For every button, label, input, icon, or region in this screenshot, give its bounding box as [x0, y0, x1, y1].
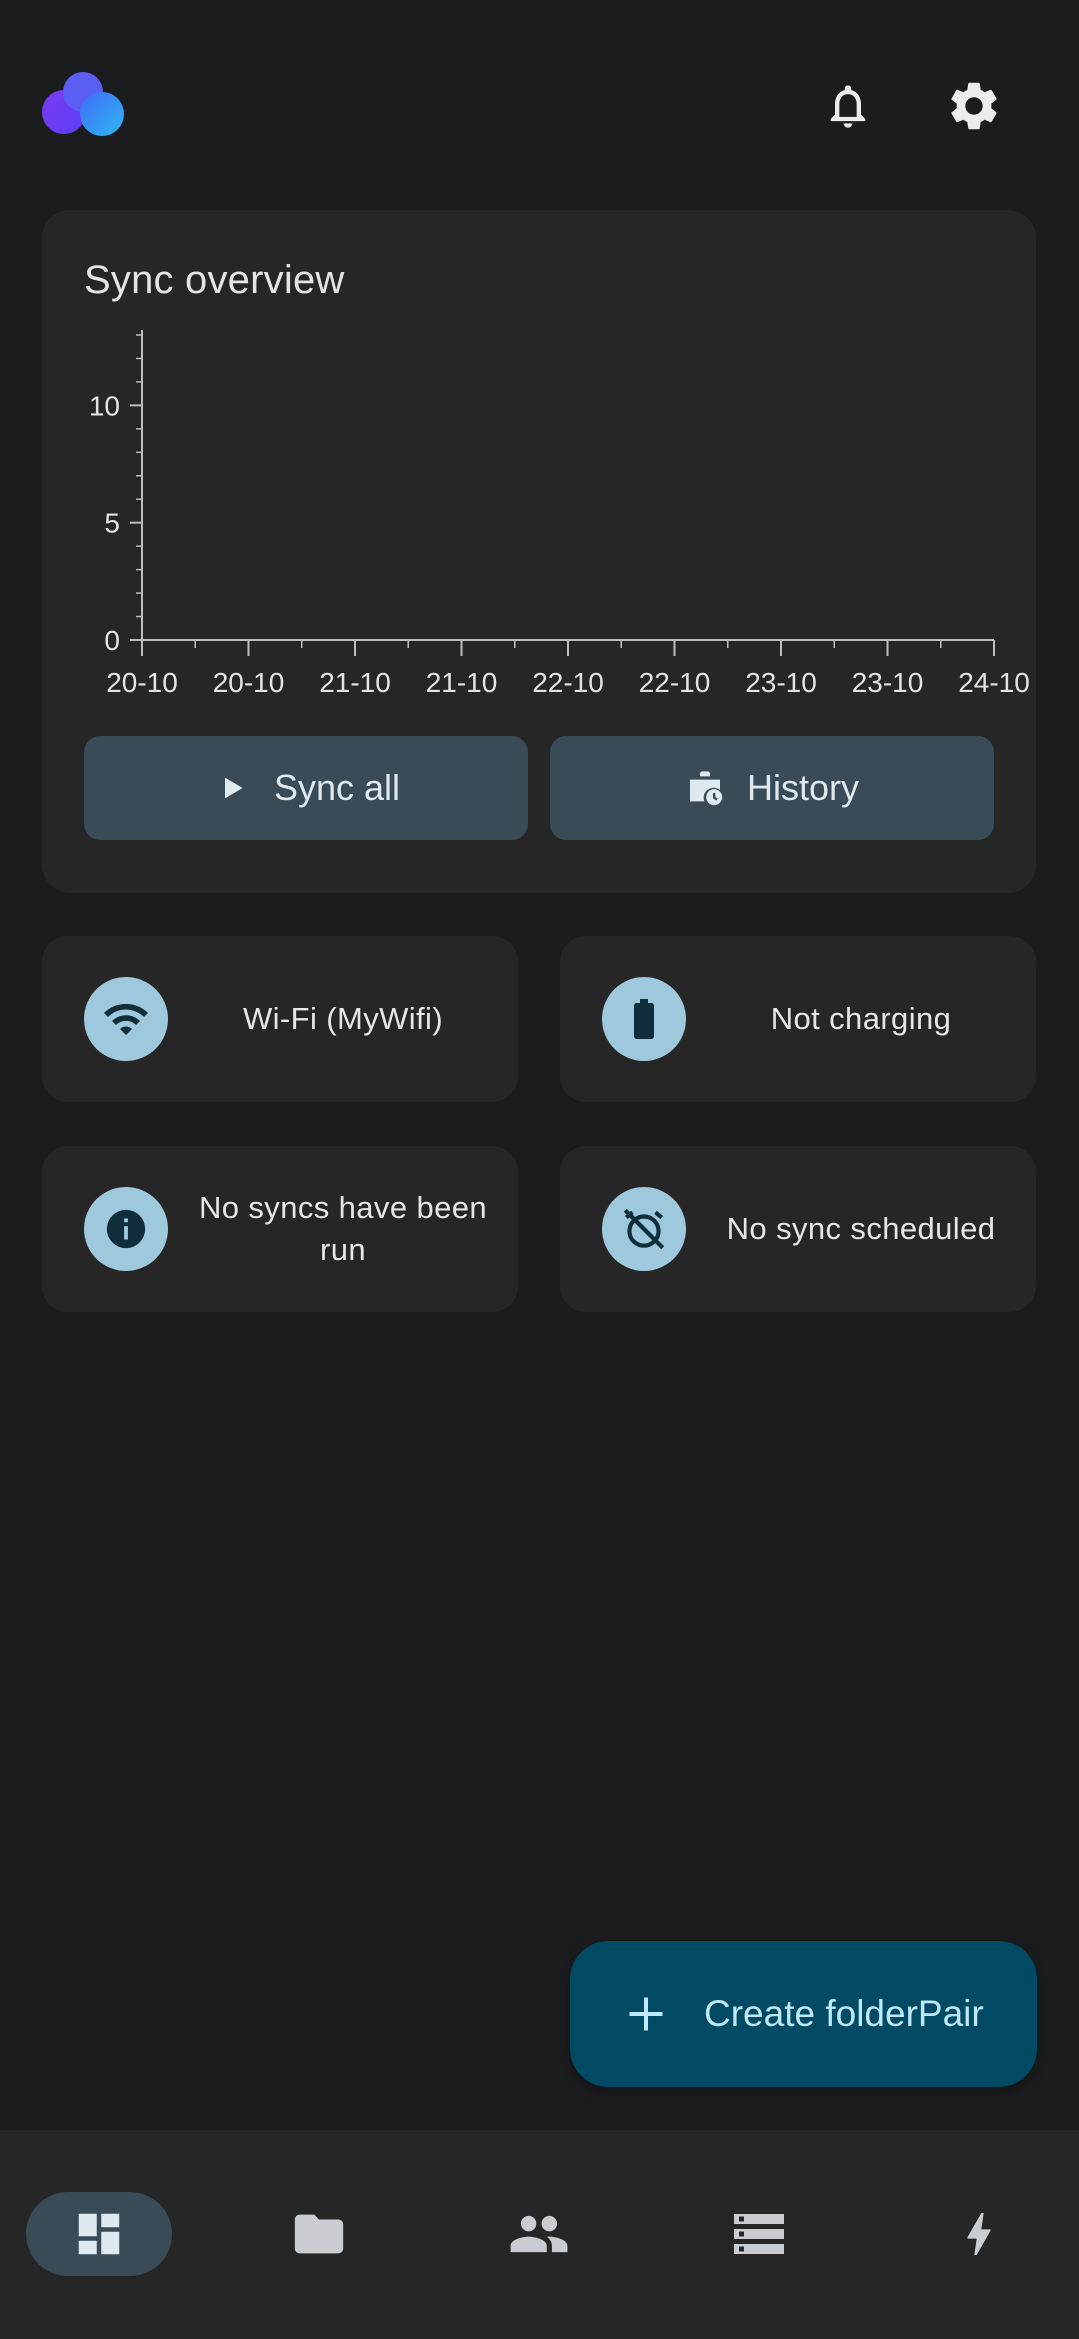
icon-circle — [84, 977, 168, 1061]
folder-icon — [294, 2214, 344, 2254]
x-tick-label: 21-10 — [319, 667, 391, 698]
bottom-navigation — [0, 2130, 1079, 2339]
history-icon — [685, 768, 725, 808]
y-tick-label: 0 — [104, 625, 120, 656]
bell-icon[interactable] — [812, 70, 884, 142]
nav-automations[interactable] — [906, 2192, 1052, 2276]
x-tick-label: 20-10 — [213, 667, 285, 698]
network-status-tile: Wi-Fi (MyWifi) — [42, 936, 518, 1102]
history-button[interactable]: History — [550, 736, 994, 840]
sync-all-button[interactable]: Sync all — [84, 736, 528, 840]
bolt-icon — [967, 2213, 991, 2255]
add-icon — [622, 1990, 670, 2038]
people-icon — [510, 2215, 568, 2253]
dashboard-screen: Sync overview 0 5 10 20-10 20-10 21-10 21-10 22… — [0, 0, 1079, 2339]
nav-accounts[interactable] — [466, 2192, 612, 2276]
x-tick-label: 24-10 — [958, 667, 1030, 698]
nav-folders[interactable] — [246, 2192, 392, 2276]
create-folderpair-label: Create folderPair — [704, 1993, 984, 2034]
schedule-status-label: No sync scheduled — [726, 1211, 996, 1246]
app-logo-icon — [40, 72, 128, 140]
x-tick-label: 21-10 — [426, 667, 498, 698]
nav-dashboard[interactable] — [26, 2192, 172, 2276]
gear-icon[interactable] — [938, 70, 1010, 142]
sync-chart: 0 5 10 20-10 20-10 21-10 21-10 22-10 22-10 23-10 2… — [89, 330, 1030, 698]
battery-icon — [634, 999, 654, 1039]
network-status-label: Wi-Fi (MyWifi) — [242, 1001, 444, 1036]
x-tick-label: 22-10 — [532, 667, 604, 698]
sync-overview-card: Sync overview 0 5 10 20-10 20-10 21-10 21-10 22… — [42, 210, 1036, 893]
nav-storage[interactable] — [686, 2192, 832, 2276]
icon-circle — [602, 1187, 686, 1271]
alarm-off-icon — [623, 1208, 665, 1250]
dashboard-icon — [78, 2213, 120, 2255]
wifi-icon — [104, 1003, 148, 1035]
x-tick-label: 23-10 — [852, 667, 924, 698]
icon-circle — [84, 1187, 168, 1271]
y-tick-label: 5 — [104, 508, 120, 539]
history-label: History — [746, 767, 859, 808]
storage-icon — [734, 2214, 784, 2254]
x-tick-label: 20-10 — [106, 667, 178, 698]
create-folderpair-button[interactable]: Create folderPair — [570, 1941, 1037, 2087]
charging-status-label: Not charging — [770, 1001, 952, 1036]
x-tick-label: 22-10 — [639, 667, 711, 698]
info-icon — [106, 1209, 146, 1249]
schedule-status-tile: No sync scheduled — [560, 1146, 1036, 1312]
last-sync-label: No syncs have been run — [198, 1190, 488, 1267]
y-tick-label: 10 — [89, 390, 120, 421]
last-sync-tile: No syncs have been run — [42, 1146, 518, 1312]
x-tick-label: 23-10 — [745, 667, 817, 698]
charging-status-tile: Not charging — [560, 936, 1036, 1102]
icon-circle — [602, 977, 686, 1061]
play-icon — [212, 768, 252, 808]
sync-all-label: Sync all — [273, 767, 401, 808]
